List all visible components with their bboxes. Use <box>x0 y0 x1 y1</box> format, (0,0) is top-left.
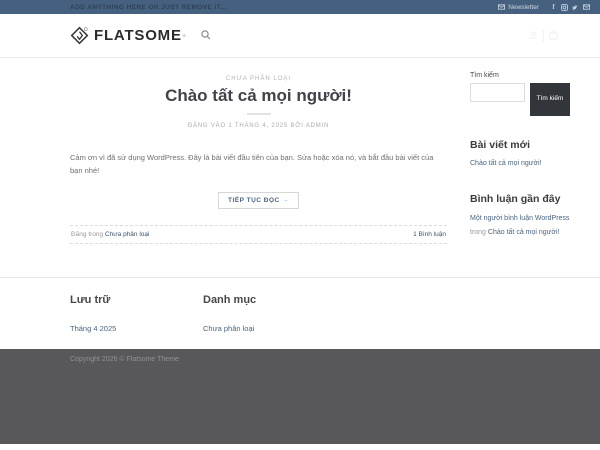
categories-widget: Danh mục Chưa phân loại <box>203 294 256 336</box>
read-more-button[interactable]: TIẾP TỤC ĐỌC → <box>217 192 300 210</box>
comment-post-link[interactable]: Chào tất cả mọi người! <box>488 229 560 236</box>
comment-connector: trong <box>470 228 488 236</box>
post-footer-meta: Đăng trong Chưa phân loại 1 Bình luận <box>70 225 447 245</box>
blog-post: CHƯA PHÂN LOẠI Chào tất cả mọi người! ĐĂ… <box>70 70 447 245</box>
footer-widgets: Lưu trữ Tháng 4 2025 Danh mục Chưa phân … <box>0 277 600 349</box>
recent-comments-title: Bình luận gần đây <box>470 192 561 205</box>
category-link[interactable]: Chưa phân loại <box>203 324 254 333</box>
header-divider <box>543 29 544 42</box>
flatsome-logo-icon <box>70 26 89 45</box>
site-logo[interactable]: FLATSOME® <box>70 26 187 45</box>
recent-post-item: Chào tất cả mọi người! <box>470 158 570 170</box>
sidebar: Tìm kiếm Tìm kiếm Bài viết mới Chào tất … <box>470 70 570 244</box>
archives-widget: Lưu trữ Tháng 4 2025 <box>70 294 203 336</box>
logo-text: FLATSOME® <box>94 27 187 44</box>
post-meta: ĐĂNG VÀO 1 THÁNG 4, 2025 BỞI ADMIN <box>187 123 330 129</box>
title-divider <box>246 113 271 115</box>
absolute-footer: Copyright 2026 © Flatsome Theme <box>0 349 600 445</box>
instagram-icon[interactable] <box>561 3 568 11</box>
copyright-text: Copyright 2026 © Flatsome Theme <box>70 356 179 364</box>
top-bar: ADD ANYTHING HERE OR JUST REMOVE IT... N… <box>0 0 600 14</box>
comment-author-link[interactable]: Một người bình luận WordPress <box>470 215 569 222</box>
topbar-right: Newsletter f <box>498 3 590 11</box>
comments-count-link[interactable]: 1 Bình luận <box>413 231 446 238</box>
account-icon[interactable] <box>529 27 538 45</box>
recent-post-link[interactable]: Chào tất cả mọi người! <box>470 160 542 167</box>
social-icons: f <box>550 3 590 11</box>
twitter-icon[interactable] <box>572 4 579 11</box>
registered-mark: ® <box>182 33 187 38</box>
topbar-message: ADD ANYTHING HERE OR JUST REMOVE IT... <box>70 3 227 11</box>
facebook-icon[interactable]: f <box>550 3 557 11</box>
search-icon[interactable] <box>200 27 211 45</box>
main-content: CHƯA PHÂN LOẠI Chào tất cả mọi người! ĐĂ… <box>0 58 600 277</box>
newsletter-label: Newsletter <box>508 3 539 11</box>
search-submit-button[interactable]: Tìm kiếm <box>530 83 570 116</box>
search-input[interactable] <box>470 83 525 102</box>
cart-icon[interactable] <box>549 27 558 45</box>
post-category[interactable]: CHƯA PHÂN LOẠI <box>70 76 447 82</box>
post-excerpt: Cảm ơn vì đã sử dụng WordPress. Đây là b… <box>70 153 434 176</box>
archives-title: Lưu trữ <box>70 294 111 307</box>
post-title[interactable]: Chào tất cả mọi người! <box>70 86 447 106</box>
arrow-right-icon: → <box>282 197 290 205</box>
recent-comment-item: Một người bình luận WordPress trong Chào… <box>470 212 570 239</box>
site-header: FLATSOME® <box>0 14 600 58</box>
envelope-icon <box>498 4 506 11</box>
posted-in-label: Đăng trong <box>71 231 104 239</box>
newsletter-link[interactable]: Newsletter <box>498 4 539 11</box>
archive-month-link[interactable]: Tháng 4 2025 <box>70 324 116 333</box>
recent-posts-title: Bài viết mới <box>470 139 530 151</box>
header-account-cart <box>529 14 558 57</box>
categories-title: Danh mục <box>203 294 257 307</box>
email-icon[interactable] <box>583 4 590 11</box>
search-widget-label: Tìm kiếm <box>470 72 499 79</box>
posted-in-category-link[interactable]: Chưa phân loại <box>105 231 149 238</box>
